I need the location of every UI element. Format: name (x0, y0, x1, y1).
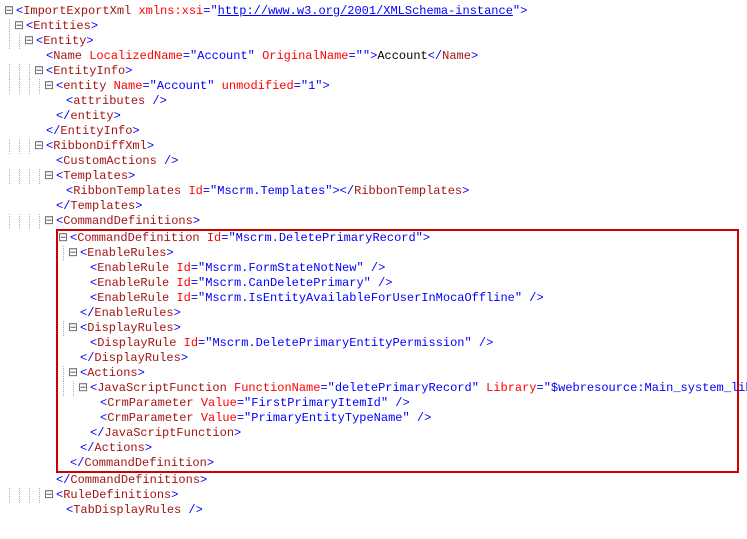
code-line: ⊟ <Entity> (4, 34, 743, 49)
xsi-namespace-link[interactable]: http://www.w3.org/2001/XMLSchema-instanc… (218, 4, 513, 18)
fold-toggle[interactable]: ⊟ (68, 246, 78, 261)
highlighted-xml-block: ⊟ <CommandDefinition Id="Mscrm.DeletePri… (56, 229, 739, 473)
xml-code-block: ⊟ <ImportExportXml xmlns:xsi="http://www… (4, 4, 743, 518)
fold-toggle[interactable]: ⊟ (34, 139, 44, 154)
code-line: <TabDisplayRules /> (4, 503, 743, 518)
code-line: <CrmParameter Value="PrimaryEntityTypeNa… (58, 411, 737, 426)
fold-toggle[interactable]: ⊟ (24, 34, 34, 49)
fold-toggle[interactable]: ⊟ (68, 321, 78, 336)
code-line: <CrmParameter Value="FirstPrimaryItemId"… (58, 396, 737, 411)
code-line: </DisplayRules> (58, 351, 737, 366)
fold-toggle[interactable]: ⊟ (44, 169, 54, 184)
code-line: </Templates> (4, 199, 743, 214)
fold-toggle[interactable]: ⊟ (44, 488, 54, 503)
fold-toggle[interactable]: ⊟ (58, 231, 68, 246)
code-line: <CustomActions /> (4, 154, 743, 169)
code-line: </CommandDefinitions> (4, 473, 743, 488)
code-line: ⊟ <EntityInfo> (4, 64, 743, 79)
code-line: <RibbonTemplates Id="Mscrm.Templates"></… (4, 184, 743, 199)
fold-toggle[interactable]: ⊟ (44, 79, 54, 94)
fold-toggle[interactable]: ⊟ (68, 366, 78, 381)
code-line: ⊟ <DisplayRules> (58, 321, 737, 336)
code-line: <EnableRule Id="Mscrm.FormStateNotNew" /… (58, 261, 737, 276)
fold-toggle[interactable]: ⊟ (4, 4, 14, 19)
code-line: ⊟ <Templates> (4, 169, 743, 184)
fold-toggle[interactable]: ⊟ (78, 381, 88, 396)
code-line: <Name LocalizedName="Account" OriginalNa… (4, 49, 743, 64)
code-line: </entity> (4, 109, 743, 124)
code-line: ⊟ <entity Name="Account" unmodified="1"> (4, 79, 743, 94)
code-line: <EnableRule Id="Mscrm.CanDeletePrimary" … (58, 276, 737, 291)
code-line: ⊟ <Actions> (58, 366, 737, 381)
fold-toggle[interactable]: ⊟ (44, 214, 54, 229)
code-line: ⊟ <ImportExportXml xmlns:xsi="http://www… (4, 4, 743, 19)
code-line: </EnableRules> (58, 306, 737, 321)
code-line: ⊟ <RibbonDiffXml> (4, 139, 743, 154)
fold-toggle[interactable]: ⊟ (14, 19, 24, 34)
code-line: <attributes /> (4, 94, 743, 109)
code-line: ⊟ <EnableRules> (58, 246, 737, 261)
code-line: <DisplayRule Id="Mscrm.DeletePrimaryEnti… (58, 336, 737, 351)
fold-toggle[interactable]: ⊟ (34, 64, 44, 79)
code-line: </CommandDefinition> (58, 456, 737, 471)
code-line: ⊟ <CommandDefinition Id="Mscrm.DeletePri… (58, 231, 737, 246)
code-line: ⊟ <CommandDefinitions> (4, 214, 743, 229)
code-line: </Actions> (58, 441, 737, 456)
code-line: ⊟ <Entities> (4, 19, 743, 34)
code-line: </JavaScriptFunction> (58, 426, 737, 441)
code-line: ⊟ <RuleDefinitions> (4, 488, 743, 503)
code-line: ⊟ <JavaScriptFunction FunctionName="dele… (58, 381, 737, 396)
code-line: <EnableRule Id="Mscrm.IsEntityAvailableF… (58, 291, 737, 306)
code-line: </EntityInfo> (4, 124, 743, 139)
